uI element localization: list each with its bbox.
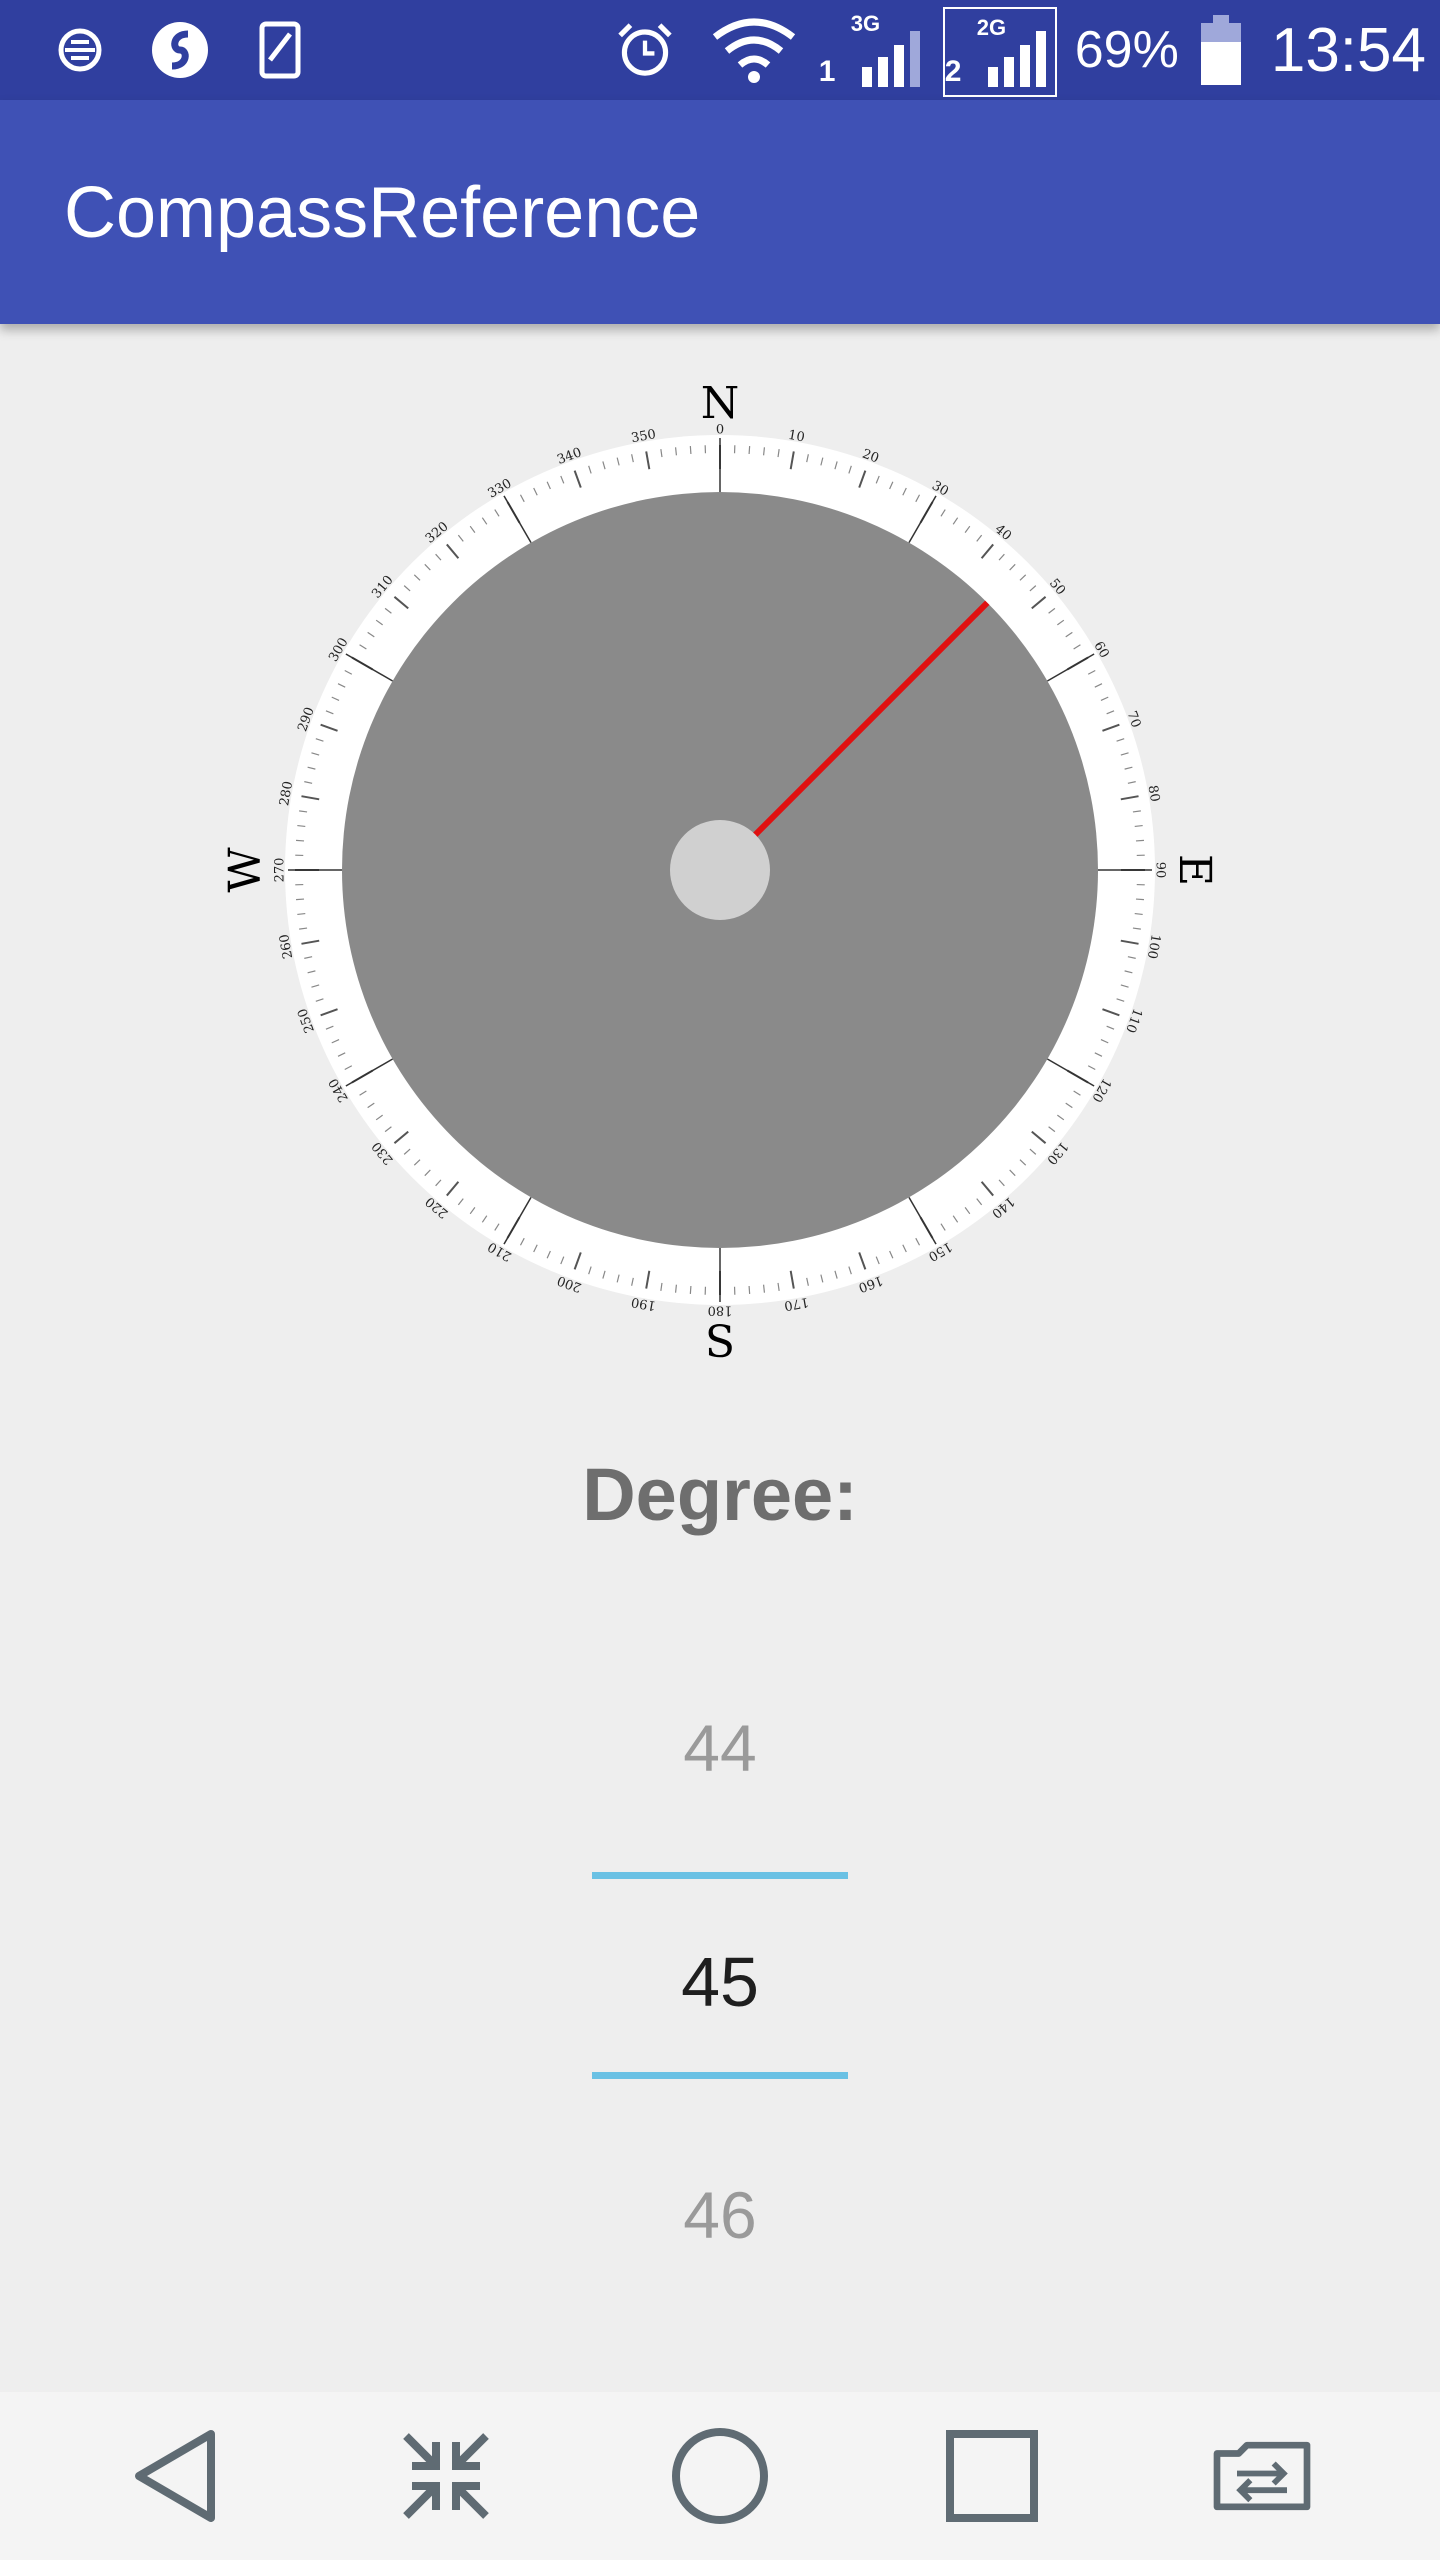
picker-next-value[interactable]: 46: [560, 2177, 880, 2253]
compass-tick: [689, 445, 692, 455]
compass-tick: [295, 839, 305, 842]
picker-previous-value[interactable]: 44: [560, 1710, 880, 1786]
status-clock: 13:54: [1270, 15, 1426, 85]
compass-tick: [1134, 912, 1143, 916]
west-label: W: [220, 847, 271, 893]
wifi-icon: [709, 18, 799, 83]
compass-degree-label: 10: [787, 428, 806, 446]
battery-percent: 69%: [1074, 21, 1179, 79]
compass-degree-label: 80: [1144, 784, 1162, 803]
compass-hub: [670, 820, 770, 920]
compass-tick: [1135, 898, 1145, 901]
compass-tick: [295, 898, 305, 901]
south-label: S: [705, 1317, 735, 1368]
notification-app-icon: [50, 20, 110, 80]
sim2-signal-icon: 2G 2: [942, 7, 1057, 97]
sim1-slot: 1: [818, 55, 836, 88]
compass-tick: [297, 824, 306, 828]
recents-button[interactable]: [942, 2426, 1042, 2526]
alarm-clock-icon: [615, 20, 675, 80]
collapse-icon: [403, 2433, 489, 2519]
sim2-slot: 2: [944, 55, 962, 88]
notification-icons: [50, 20, 310, 80]
device-app-icon: [250, 20, 310, 80]
browser-app-icon: [150, 20, 210, 80]
east-label: E: [1169, 854, 1220, 886]
picker-divider-bottom: [592, 2072, 848, 2079]
compass-tick: [762, 447, 766, 456]
degree-picker[interactable]: 44 45 46: [560, 1680, 880, 2300]
compass-tick: [748, 1285, 751, 1295]
compass-tick: [674, 447, 678, 456]
compass-tick: [1135, 839, 1145, 842]
navigation-bar: [0, 2392, 1440, 2560]
degree-label: Degree:: [582, 1453, 858, 1536]
north-label: N: [701, 378, 740, 429]
compass-degree-label: 90: [1153, 862, 1168, 879]
back-icon: [135, 2430, 215, 2522]
switch-sim-button[interactable]: [1212, 2426, 1312, 2526]
collapse-button[interactable]: [396, 2426, 496, 2526]
compass-tick: [1134, 824, 1143, 828]
battery-icon: [1200, 15, 1241, 85]
compass-degree-label: 180: [708, 1303, 733, 1318]
picker-current-value[interactable]: 45: [560, 1942, 880, 2022]
picker-divider-top: [592, 1872, 848, 1879]
app-bar: CompassReference: [0, 100, 1440, 324]
compass-tick: [674, 1284, 678, 1293]
status-bar: 3G 1 2G 2 69% 13:54: [0, 0, 1440, 100]
back-button[interactable]: [126, 2426, 226, 2526]
home-button[interactable]: [670, 2426, 770, 2526]
compass-degree-label: 270: [273, 858, 288, 883]
sim1-signal-icon: 3G 1: [819, 5, 929, 95]
recents-icon: [946, 2430, 1038, 2522]
compass-tick: [762, 1284, 766, 1293]
compass-tick: [297, 912, 306, 916]
compass-tick: [748, 445, 751, 455]
switch-sim-icon: [1213, 2441, 1311, 2511]
compass-tick: [689, 1285, 692, 1295]
app-title: CompassReference: [64, 173, 701, 253]
home-icon: [672, 2428, 768, 2524]
compass-dial: 0 102030405060708090100110120130140150160…: [220, 378, 1220, 1368]
